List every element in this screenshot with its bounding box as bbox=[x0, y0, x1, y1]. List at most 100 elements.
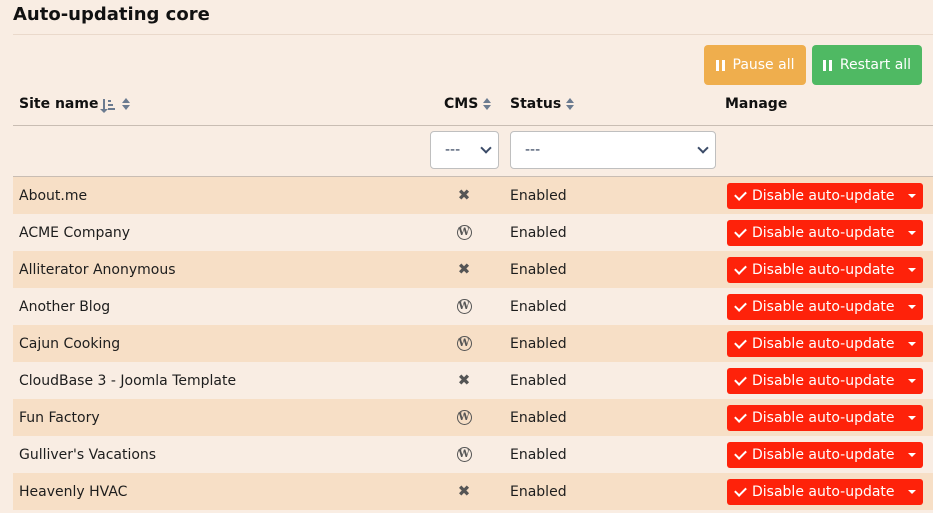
status-cell: Enabled bbox=[510, 446, 567, 463]
sort-alpha-desc-icon[interactable] bbox=[100, 98, 116, 113]
check-icon bbox=[734, 298, 747, 312]
status-cell: Enabled bbox=[510, 187, 567, 204]
check-icon bbox=[734, 261, 747, 275]
table-row: Heavenly HVAC ✖ Enabled Disable auto-update bbox=[13, 473, 933, 510]
site-name-cell[interactable]: Heavenly HVAC bbox=[19, 484, 127, 500]
check-icon bbox=[734, 372, 747, 386]
caret-down-icon[interactable] bbox=[908, 304, 916, 309]
table-row: Fun Factory W Enabled Disable auto-update bbox=[13, 399, 933, 436]
sort-icon[interactable] bbox=[566, 98, 575, 110]
restart-all-label: Restart all bbox=[839, 57, 912, 73]
page-title: Auto-updating core bbox=[13, 4, 210, 25]
status-filter-value: --- bbox=[525, 142, 541, 158]
sort-icon[interactable] bbox=[122, 98, 131, 110]
wordpress-icon: W bbox=[456, 336, 472, 351]
disable-auto-update-button[interactable]: Disable auto-update bbox=[727, 256, 923, 283]
caret-down-icon[interactable] bbox=[908, 341, 916, 346]
pause-all-button[interactable]: Pause all bbox=[704, 45, 806, 85]
table-row: Another Blog W Enabled Disable auto-update bbox=[13, 288, 933, 325]
header-manage-label: Manage bbox=[725, 96, 788, 112]
status-cell: Enabled bbox=[510, 261, 567, 278]
title-divider bbox=[13, 34, 933, 35]
status-cell: Enabled bbox=[510, 372, 567, 389]
disable-auto-update-label: Disable auto-update bbox=[752, 298, 895, 315]
pause-icon bbox=[715, 59, 725, 71]
site-name-cell[interactable]: CloudBase 3 - Joomla Template bbox=[19, 373, 236, 389]
disable-auto-update-label: Disable auto-update bbox=[752, 261, 895, 278]
table-row: Alliterator Anonymous ✖ Enabled Disable aut… bbox=[13, 251, 933, 288]
caret-down-icon[interactable] bbox=[908, 452, 916, 457]
wordpress-icon: W bbox=[456, 410, 472, 425]
header-manage: Manage bbox=[725, 96, 787, 112]
disable-auto-update-label: Disable auto-update bbox=[752, 335, 895, 352]
header-status[interactable]: Status bbox=[510, 96, 575, 112]
table-row: About.me ✖ Enabled Disable auto-update bbox=[13, 177, 933, 214]
caret-down-icon[interactable] bbox=[908, 489, 916, 494]
pause-icon bbox=[822, 59, 832, 71]
check-icon bbox=[734, 409, 747, 423]
disable-auto-update-button[interactable]: Disable auto-update bbox=[727, 441, 923, 468]
caret-down-icon[interactable] bbox=[908, 415, 916, 420]
joomla-icon: ✖ bbox=[457, 186, 471, 204]
joomla-icon: ✖ bbox=[457, 371, 471, 389]
joomla-icon: ✖ bbox=[457, 482, 471, 500]
site-name-cell[interactable]: Alliterator Anonymous bbox=[19, 262, 176, 278]
site-name-cell[interactable]: ACME Company bbox=[19, 225, 130, 241]
header-cms[interactable]: CMS bbox=[444, 96, 492, 112]
disable-auto-update-button[interactable]: Disable auto-update bbox=[727, 367, 923, 394]
restart-all-button[interactable]: Restart all bbox=[812, 45, 922, 85]
caret-down-icon[interactable] bbox=[908, 267, 916, 272]
disable-auto-update-label: Disable auto-update bbox=[752, 372, 895, 389]
cms-filter-value: --- bbox=[445, 142, 461, 158]
table-row: Cajun Cooking W Enabled Disable auto-update bbox=[13, 325, 933, 362]
disable-auto-update-button[interactable]: Disable auto-update bbox=[727, 478, 923, 505]
site-name-cell[interactable]: Another Blog bbox=[19, 299, 110, 315]
chevron-down-icon bbox=[697, 142, 709, 154]
table-row: Gulliver's Vacations W Enabled Disable auto… bbox=[13, 436, 933, 473]
disable-auto-update-button[interactable]: Disable auto-update bbox=[727, 293, 923, 320]
check-icon bbox=[734, 483, 747, 497]
site-table-body: About.me ✖ Enabled Disable auto-update ACME … bbox=[13, 177, 933, 510]
caret-down-icon[interactable] bbox=[908, 378, 916, 383]
status-cell: Enabled bbox=[510, 224, 567, 241]
disable-auto-update-button[interactable]: Disable auto-update bbox=[727, 182, 923, 209]
toolbar: Pause all Restart all bbox=[704, 45, 922, 85]
wordpress-icon: W bbox=[456, 299, 472, 314]
check-icon bbox=[734, 335, 747, 349]
pause-all-label: Pause all bbox=[732, 57, 795, 73]
wordpress-icon: W bbox=[456, 447, 472, 462]
chevron-down-icon bbox=[480, 142, 492, 154]
header-site-name[interactable]: Site name bbox=[19, 96, 131, 113]
disable-auto-update-label: Disable auto-update bbox=[752, 446, 895, 463]
disable-auto-update-button[interactable]: Disable auto-update bbox=[727, 404, 923, 431]
joomla-icon: ✖ bbox=[457, 260, 471, 278]
check-icon bbox=[734, 446, 747, 460]
table-row: CloudBase 3 - Joomla Template ✖ Enabled Dis… bbox=[13, 362, 933, 399]
site-name-cell[interactable]: Fun Factory bbox=[19, 410, 100, 426]
site-name-cell[interactable]: Cajun Cooking bbox=[19, 336, 120, 352]
table-row: ACME Company W Enabled Disable auto-update bbox=[13, 214, 933, 251]
check-icon bbox=[734, 224, 747, 238]
disable-auto-update-button[interactable]: Disable auto-update bbox=[727, 330, 923, 357]
caret-down-icon[interactable] bbox=[908, 193, 916, 198]
disable-auto-update-label: Disable auto-update bbox=[752, 409, 895, 426]
disable-auto-update-label: Disable auto-update bbox=[752, 187, 895, 204]
status-cell: Enabled bbox=[510, 483, 567, 500]
caret-down-icon[interactable] bbox=[908, 230, 916, 235]
status-filter-select[interactable]: --- bbox=[510, 131, 716, 169]
wordpress-icon: W bbox=[456, 225, 472, 240]
disable-auto-update-button[interactable]: Disable auto-update bbox=[727, 219, 923, 246]
header-divider bbox=[13, 125, 933, 126]
status-cell: Enabled bbox=[510, 335, 567, 352]
status-cell: Enabled bbox=[510, 409, 567, 426]
status-cell: Enabled bbox=[510, 298, 567, 315]
header-site-name-label: Site name bbox=[19, 96, 99, 112]
site-name-cell[interactable]: About.me bbox=[19, 188, 87, 204]
header-cms-label: CMS bbox=[444, 96, 479, 112]
header-status-label: Status bbox=[510, 96, 562, 112]
disable-auto-update-label: Disable auto-update bbox=[752, 483, 895, 500]
cms-filter-select[interactable]: --- bbox=[430, 131, 499, 169]
disable-auto-update-label: Disable auto-update bbox=[752, 224, 895, 241]
sort-icon[interactable] bbox=[483, 98, 492, 110]
site-name-cell[interactable]: Gulliver's Vacations bbox=[19, 447, 156, 463]
